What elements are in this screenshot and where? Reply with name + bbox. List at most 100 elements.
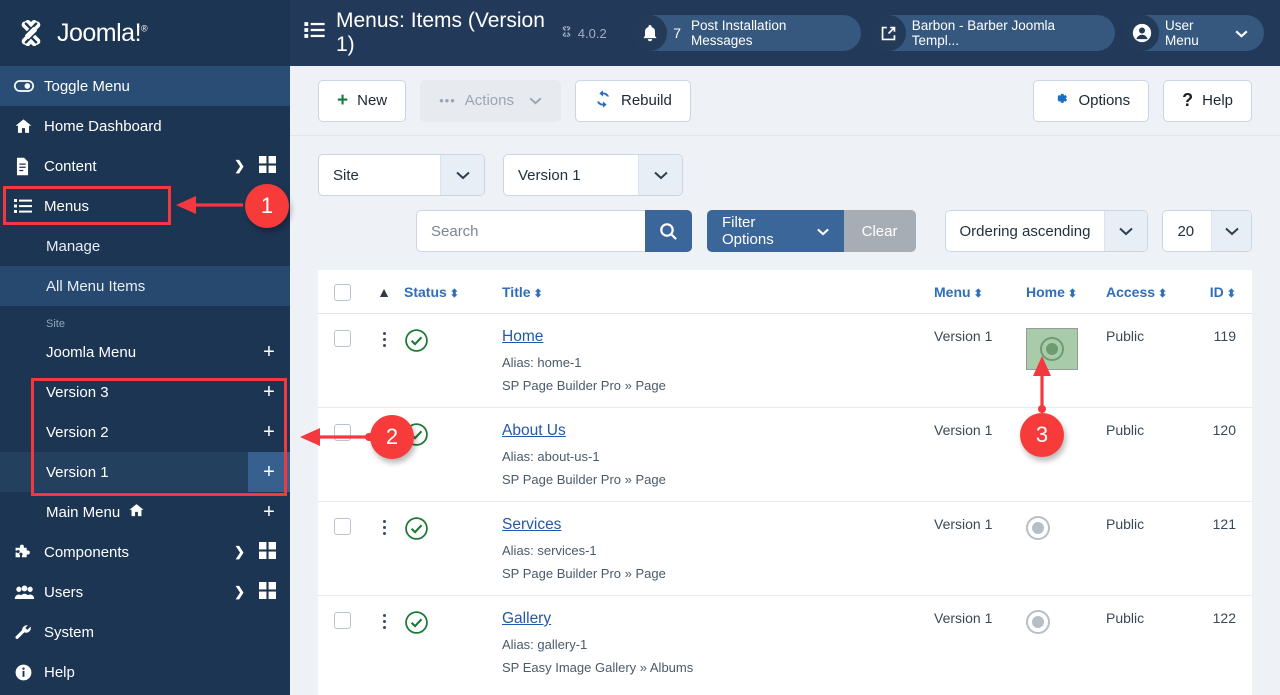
ordering-header[interactable]: ▲: [364, 270, 404, 314]
row-checkbox[interactable]: [334, 612, 351, 629]
menu-version-select[interactable]: Version 1: [503, 154, 683, 196]
filter-options-button[interactable]: Filter Options: [707, 210, 844, 252]
site-preview-button[interactable]: Barbon - Barber Joomla Templ...: [871, 15, 1115, 51]
home-cell-highlighted[interactable]: [1026, 328, 1078, 370]
post-installation-messages-button[interactable]: 7 Post Installation Messages: [632, 15, 862, 51]
sidebar-item-help[interactable]: Help: [0, 652, 290, 692]
list-icon: [14, 198, 44, 214]
add-menu-item-icon[interactable]: +: [248, 492, 290, 532]
published-icon[interactable]: [404, 517, 429, 545]
home-toggle[interactable]: [1026, 516, 1050, 540]
row-checkbox[interactable]: [334, 330, 351, 347]
sidebar-menu-joomla-menu[interactable]: Joomla Menu +: [0, 332, 290, 372]
sidebar-item-home-dashboard[interactable]: Home Dashboard: [0, 106, 290, 146]
row-id-cell: 122: [1212, 610, 1236, 626]
chevron-right-icon[interactable]: ❯: [234, 544, 245, 560]
grid-icon[interactable]: [259, 155, 276, 177]
sidebar-item-users[interactable]: Users ❯: [0, 572, 290, 612]
menu-label: Version 2: [46, 423, 109, 441]
home-toggle[interactable]: [1026, 610, 1050, 634]
item-title-link[interactable]: Home: [502, 328, 543, 345]
rebuild-button[interactable]: Rebuild: [574, 79, 691, 122]
annotation-marker-1: 1: [245, 184, 289, 228]
row-checkbox[interactable]: [334, 518, 351, 535]
options-button[interactable]: Options: [1033, 79, 1150, 122]
home-icon: [14, 117, 44, 136]
add-menu-item-icon[interactable]: +: [248, 332, 290, 372]
ordering-select[interactable]: Ordering ascending: [944, 210, 1149, 252]
row-home-cell: [1026, 313, 1106, 408]
search-input[interactable]: [416, 210, 645, 252]
annotation-marker-2: 2: [370, 415, 414, 459]
item-component: SP Easy Image Gallery » Albums: [502, 660, 694, 675]
row-select-cell: [318, 501, 364, 596]
id-header[interactable]: ID ⬍: [1192, 270, 1252, 314]
help-button[interactable]: ? Help: [1163, 79, 1252, 122]
row-status-cell: [404, 313, 502, 408]
sidebar-item-label: Content: [44, 157, 97, 175]
site-select[interactable]: Site: [318, 154, 485, 196]
row-actions-icon[interactable]: [364, 332, 404, 347]
row-actions-icon[interactable]: [364, 520, 404, 535]
published-icon[interactable]: [404, 611, 429, 639]
help-button-label: Help: [1202, 92, 1233, 109]
row-access-cell: Public: [1106, 313, 1192, 408]
user-menu-button[interactable]: User Menu: [1124, 15, 1264, 51]
brand-logo[interactable]: Joomla!®: [0, 0, 290, 66]
chevron-right-icon[interactable]: ❯: [234, 584, 245, 600]
new-button[interactable]: + New: [318, 79, 407, 122]
row-title-cell: About Us Alias: about-us-1 SP Page Builder…: [502, 407, 934, 502]
joomla-logo-icon: [14, 16, 48, 50]
post-installation-messages-label: Post Installation Messages: [691, 18, 787, 48]
row-status-cell: [404, 596, 502, 690]
row-checkbox[interactable]: [334, 424, 351, 441]
table-header-row: ▲ Status ⬍ Title ⬍ Menu ⬍ Home ⬍ Access …: [318, 270, 1252, 314]
item-alias: Alias: services-1: [502, 543, 597, 558]
row-id-cell: 120: [1192, 407, 1252, 502]
menu-header[interactable]: Menu ⬍: [934, 270, 1026, 314]
add-menu-item-icon[interactable]: +: [248, 412, 290, 452]
sort-icon: ⬍: [1226, 287, 1236, 300]
table-row: About Us Alias: about-us-1 SP Page Builder…: [318, 407, 1252, 502]
row-actions-cell: [364, 313, 404, 408]
sidebar-item-all-menu-items[interactable]: All Menu Items: [0, 266, 290, 306]
sidebar-item-system[interactable]: System: [0, 612, 290, 652]
search-button[interactable]: [645, 210, 692, 252]
row-actions-icon[interactable]: [364, 614, 404, 629]
sidebar-menu-main-menu[interactable]: Main Menu +: [0, 492, 290, 532]
sidebar-menu-version-3[interactable]: Version 3 +: [0, 372, 290, 412]
row-select-cell: [318, 596, 364, 690]
select-all-checkbox[interactable]: [334, 284, 351, 301]
sidebar-menu-version-1[interactable]: Version 1 +: [0, 452, 290, 492]
search-group: [416, 210, 692, 252]
sidebar-item-toggle-menu[interactable]: Toggle Menu: [0, 66, 290, 106]
home-toggle[interactable]: [1040, 337, 1064, 361]
item-title-link[interactable]: About Us: [502, 422, 566, 439]
clear-filters-button[interactable]: Clear: [843, 210, 916, 252]
list-limit-select[interactable]: 20: [1162, 210, 1252, 252]
new-button-label: New: [357, 92, 388, 109]
access-header[interactable]: Access ⬍: [1106, 270, 1192, 314]
sidebar-item-label: Components: [44, 543, 130, 561]
sidebar-item-label: Home Dashboard: [44, 117, 162, 135]
item-title-link[interactable]: Services: [502, 516, 561, 533]
status-header[interactable]: Status ⬍: [404, 270, 502, 314]
ordering-select-value: Ordering ascending: [959, 222, 1091, 240]
chevron-right-icon[interactable]: ❯: [234, 158, 245, 174]
options-button-label: Options: [1078, 92, 1131, 109]
item-title-link[interactable]: Gallery: [502, 610, 551, 627]
published-icon[interactable]: [404, 329, 429, 357]
actions-button[interactable]: ••• Actions: [420, 79, 561, 122]
grid-icon[interactable]: [259, 581, 276, 603]
sidebar-item-components[interactable]: Components ❯: [0, 532, 290, 572]
title-header[interactable]: Title ⬍: [502, 270, 934, 314]
sidebar-menu-version-2[interactable]: Version 2 +: [0, 412, 290, 452]
home-header[interactable]: Home ⬍: [1026, 270, 1106, 314]
sidebar-item-manage[interactable]: Manage: [0, 226, 290, 266]
sidebar-item-content[interactable]: Content ❯: [0, 146, 290, 186]
add-menu-item-icon[interactable]: +: [248, 372, 290, 412]
row-title-cell: Services Alias: services-1 SP Page Builder…: [502, 501, 934, 596]
grid-icon[interactable]: [259, 541, 276, 563]
add-menu-item-icon[interactable]: +: [248, 452, 290, 492]
row-menu-cell: Version 1: [934, 501, 1026, 596]
